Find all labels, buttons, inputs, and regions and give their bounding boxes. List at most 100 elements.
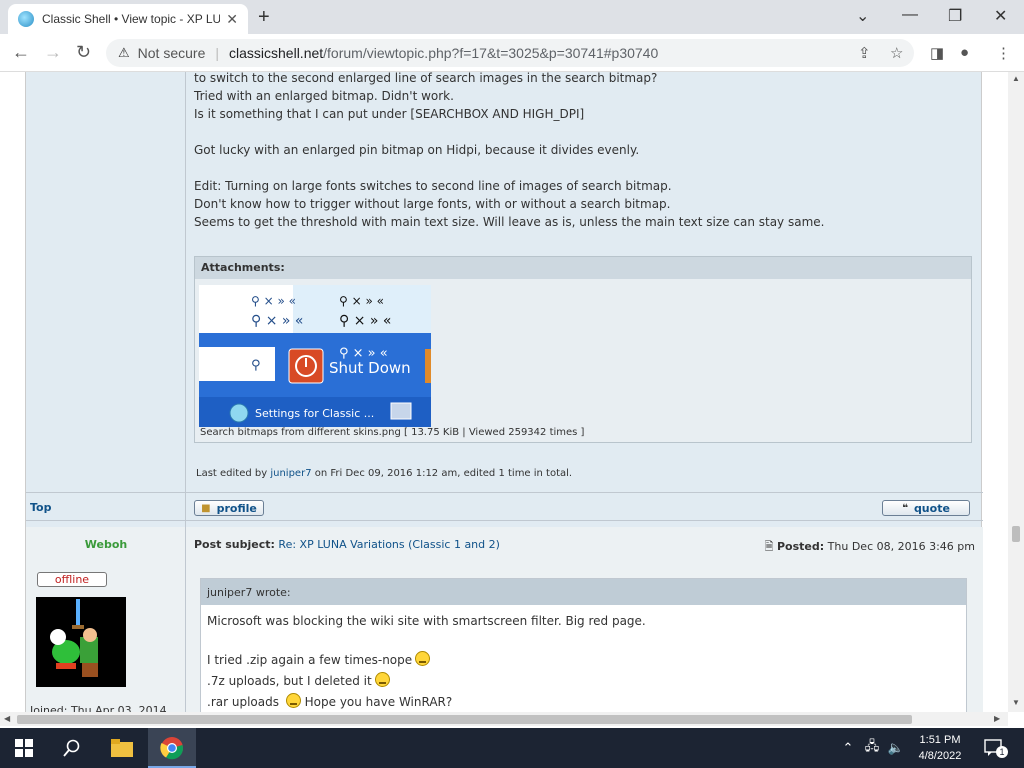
- forward-icon[interactable]: →: [44, 42, 62, 63]
- shutdown-label: Shut Down: [329, 359, 411, 377]
- site-favicon-icon: [18, 11, 34, 27]
- settings-label: Settings for Classic ...: [255, 407, 374, 420]
- profile-icon: ■: [201, 502, 211, 514]
- scroll-right-icon[interactable]: ▶: [994, 714, 1000, 723]
- edited-user-link[interactable]: juniper7: [270, 468, 311, 479]
- warning-icon[interactable]: ⚠: [118, 45, 130, 61]
- window-close-icon[interactable]: ✕: [994, 6, 1007, 26]
- restore-icon[interactable]: ❐: [948, 6, 962, 26]
- top-link[interactable]: Top: [30, 501, 51, 514]
- post-line: [194, 159, 824, 177]
- svg-text:⚲ × » «: ⚲ × » «: [251, 294, 296, 308]
- edited-notice: Last edited by juniper7 on Fri Dec 09, 2…: [196, 468, 572, 479]
- new-tab-icon[interactable]: +: [258, 6, 270, 29]
- horizontal-scrollbar[interactable]: ◀ ▶: [0, 712, 1008, 726]
- browser-tab-bar: Classic Shell • View topic - XP LUNA ✕ +…: [0, 0, 1024, 34]
- quote-spacer: [207, 632, 960, 650]
- address-bar[interactable]: ⚠ Not secure | classicshell.net /forum/v…: [106, 39, 914, 67]
- notification-center-icon[interactable]: 1: [982, 736, 1008, 760]
- post-body: to switch to the second enlarged line of…: [194, 72, 824, 231]
- quote-line-text: .7z uploads, but I deleted it: [207, 674, 372, 688]
- quote-line: .rar uploads Hope you have WinRAR?: [207, 692, 960, 712]
- side-panel-icon[interactable]: ◨: [930, 44, 944, 62]
- posted-info: 🗎 Posted: Thu Dec 08, 2016 3:46 pm: [765, 538, 975, 557]
- quote-button[interactable]: ❝ quote: [882, 500, 970, 516]
- profile-button[interactable]: ■ profile: [194, 500, 264, 516]
- online-status-badge: offline: [37, 572, 107, 587]
- post-weboh: Weboh offline Joined: Thu Apr 03, 2014 P…: [26, 527, 983, 712]
- quote-line-text: Hope you have WinRAR?: [304, 695, 453, 709]
- post-author[interactable]: Weboh: [26, 538, 186, 551]
- attachments-label: Attachments:: [195, 257, 971, 279]
- vertical-scrollbar[interactable]: ▲ ▼: [1008, 72, 1024, 712]
- minimize-icon[interactable]: —: [902, 6, 918, 24]
- tab-search-chevron-icon[interactable]: ⌄: [856, 6, 869, 26]
- profile-button-label: profile: [216, 501, 257, 515]
- file-explorer-icon[interactable]: [110, 736, 134, 760]
- smiley-icon: [415, 651, 431, 666]
- share-icon[interactable]: ⇪: [858, 44, 871, 62]
- posted-label: Posted:: [777, 540, 825, 553]
- windows-taskbar: ⌃ 🖧 🔈 1:51 PM 4/8/2022 1: [0, 728, 1024, 768]
- network-icon[interactable]: 🖧: [860, 736, 884, 760]
- clock-time: 1:51 PM: [919, 734, 961, 746]
- url-host: classicshell.net: [229, 45, 324, 61]
- tab-title: Classic Shell • View topic - XP LUNA: [42, 12, 221, 26]
- scroll-left-icon[interactable]: ◀: [4, 714, 10, 723]
- svg-text:⚲ × » «: ⚲ × » «: [339, 313, 391, 329]
- attachments-box: Attachments: ⚲ × » « ⚲ × » « ⚲ × » « ⚲ ×…: [194, 256, 972, 443]
- volume-icon[interactable]: 🔈: [884, 736, 908, 760]
- svg-text:⚲: ⚲: [251, 358, 261, 373]
- quote-line: I tried .zip again a few times-nope: [207, 650, 960, 671]
- page-viewport: to switch to the second enlarged line of…: [0, 72, 1008, 712]
- post-line: Seems to get the threshold with main tex…: [194, 215, 825, 229]
- vertical-scroll-thumb[interactable]: [1012, 526, 1020, 542]
- forum-topic: to switch to the second enlarged line of…: [25, 72, 983, 712]
- post-icon[interactable]: 🗎: [765, 540, 774, 553]
- quote-line: .7z uploads, but I deleted it: [207, 671, 960, 692]
- browser-tab[interactable]: Classic Shell • View topic - XP LUNA ✕: [8, 4, 248, 34]
- clock-date: 4/8/2022: [918, 750, 962, 762]
- reload-icon[interactable]: ↻: [76, 42, 91, 63]
- chrome-taskbar-button[interactable]: [148, 728, 196, 768]
- smiley-icon: [285, 693, 301, 708]
- taskbar-clock[interactable]: 1:51 PM 4/8/2022: [910, 732, 970, 764]
- bookmark-star-icon[interactable]: ☆: [890, 44, 903, 62]
- notification-count-badge: 1: [996, 746, 1008, 758]
- quote-block: juniper7 wrote: Microsoft was blocking t…: [200, 578, 967, 712]
- back-icon[interactable]: ←: [12, 42, 30, 63]
- edited-suffix: on Fri Dec 09, 2016 1:12 am, edited 1 ti…: [311, 468, 573, 479]
- post-subject-link[interactable]: Re: XP LUNA Variations (Classic 1 and 2): [278, 538, 500, 551]
- user-avatar: [36, 597, 126, 687]
- url-path: /forum/viewtopic.php?f=17&t=3025&p=30741…: [323, 45, 659, 61]
- close-tab-icon[interactable]: ✕: [226, 11, 238, 28]
- edited-prefix: Last edited by: [196, 468, 271, 479]
- scroll-down-icon[interactable]: ▼: [1012, 698, 1020, 707]
- post-line: Edit: Turning on large fonts switches to…: [194, 179, 672, 193]
- browser-toolbar: ← → ↻ ⚠ Not secure | classicshell.net /f…: [0, 34, 1024, 72]
- post-divider: [26, 520, 983, 521]
- post-subject: Post subject: Re: XP LUNA Variations (Cl…: [194, 538, 500, 551]
- post-divider: [26, 492, 983, 493]
- post-subject-label: Post subject:: [194, 538, 275, 551]
- not-secure-label[interactable]: Not secure: [138, 45, 206, 61]
- address-separator: |: [215, 45, 219, 61]
- menu-icon[interactable]: ⋮: [996, 44, 1011, 62]
- post-line: Is it something that I can put under [SE…: [194, 107, 585, 121]
- quote-line-text: .rar uploads: [207, 695, 279, 709]
- joined-date: Joined: Thu Apr 03, 2014: [30, 704, 167, 712]
- scroll-up-icon[interactable]: ▲: [1012, 74, 1020, 83]
- profile-avatar-icon[interactable]: ●: [960, 44, 969, 61]
- svg-text:⚲ × » «: ⚲ × » «: [339, 294, 384, 308]
- svg-text:⚲ × » «: ⚲ × » «: [251, 313, 303, 329]
- smiley-icon: [374, 672, 390, 687]
- quote-icon: ❝: [902, 502, 908, 514]
- quote-button-label: quote: [913, 501, 950, 515]
- windows-start-icon[interactable]: [12, 736, 36, 760]
- attachment-image[interactable]: ⚲ × » « ⚲ × » « ⚲ × » « ⚲ × » « ⚲ × » « …: [199, 285, 431, 427]
- show-hidden-icons-icon[interactable]: ⌃: [836, 736, 860, 760]
- horizontal-scroll-thumb[interactable]: [17, 715, 912, 724]
- attachment-caption: Search bitmaps from different skins.png …: [200, 427, 585, 438]
- post-line: Tried with an enlarged bitmap. Didn't wo…: [194, 89, 454, 103]
- search-icon[interactable]: [60, 736, 84, 760]
